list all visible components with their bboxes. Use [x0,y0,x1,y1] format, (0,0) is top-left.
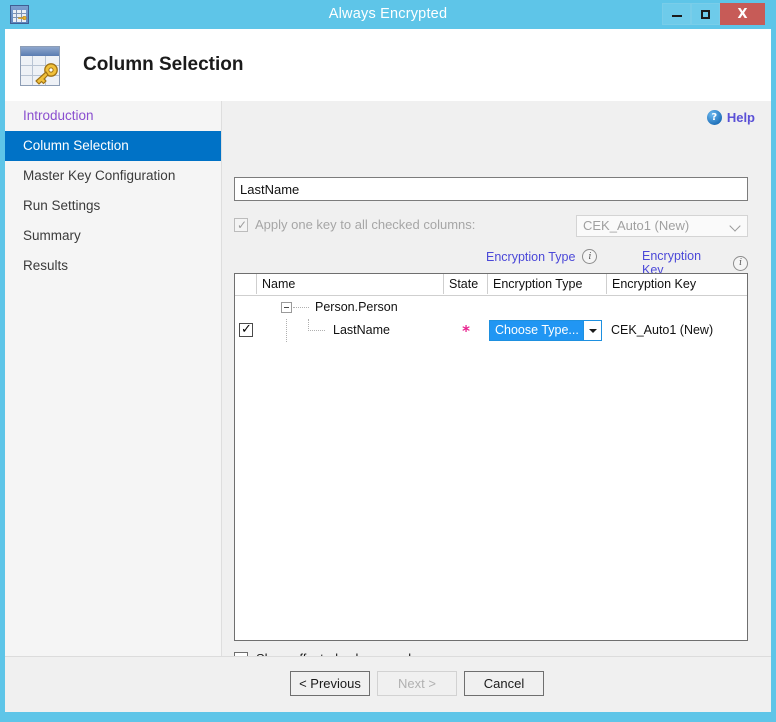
info-links-row: Encryption Type i Encryption Key i [234,249,748,277]
next-button: Next > [377,671,457,696]
encryption-type-combobox[interactable]: Choose Type... [489,320,602,341]
row-name-cell: LastName [257,319,444,342]
row-encryption-type-cell: Choose Type... [488,319,607,342]
row-encryption-key-cell: CEK_Auto1 (New) [611,323,714,337]
grid-header-encryption-key[interactable]: Encryption Key [607,274,747,294]
sidebar-item-column-selection[interactable]: Column Selection [5,131,221,161]
sidebar-item-master-key-configuration[interactable]: Master Key Configuration [5,161,221,191]
apply-one-key-label: Apply one key to all checked columns: [255,217,476,232]
page-title: Column Selection [83,54,244,75]
apply-one-key-checkbox[interactable]: ✓ [234,218,248,232]
cancel-button[interactable]: Cancel [464,671,544,696]
grid-header-encryption-type[interactable]: Encryption Type [488,274,607,294]
maximize-button[interactable] [691,3,720,25]
key-glyph-icon [35,63,58,85]
table-row[interactable]: ✓ LastName * Choose Type... CEK_Auto1 (N… [235,319,747,342]
tree-connector [308,330,325,332]
wizard-footer: < Previous Next > Cancel [5,656,771,712]
window-frame-bottom [0,712,776,722]
encryption-key-select-value: CEK_Auto1 (New) [583,218,690,233]
table-node-label: Person.Person [315,300,398,314]
table-key-icon [18,43,64,89]
always-encrypted-window: Always Encrypted X Column Selection Intr… [0,0,776,722]
row-state-cell: * [444,319,488,342]
encryption-type-link-label: Encryption Type [486,249,576,264]
previous-button[interactable]: < Previous [290,671,370,696]
info-icon[interactable]: i [582,249,598,264]
column-filter-input[interactable] [234,177,748,201]
row-checkbox-cell: ✓ [235,319,257,342]
client-area: Column Selection Introduction Column Sel… [5,29,771,712]
page-header: Column Selection [5,29,771,101]
content-pane: ? Help ✓ Apply one key to all checked co… [222,101,771,712]
tree-collapse-icon[interactable] [281,302,292,313]
tree-connector [286,319,288,342]
close-button[interactable]: X [720,3,765,25]
window-frame-right [771,29,776,722]
encryption-type-link[interactable]: Encryption Type i [486,249,598,264]
grid-header-checkbox[interactable] [235,274,257,294]
sidebar-item-summary[interactable]: Summary [5,221,221,251]
encryption-type-value: Choose Type... [495,323,579,337]
sidebar-item-results[interactable]: Results [5,251,221,281]
grid-header-state[interactable]: State [444,274,488,294]
tree-connector [293,307,309,309]
table-row[interactable]: Person.Person [235,296,747,319]
row-checkbox-cell [235,296,257,319]
help-question-icon: ? [706,110,722,125]
apply-one-key-row: ✓ Apply one key to all checked columns: … [234,215,748,239]
required-asterisk-icon: * [462,322,470,340]
chevron-down-icon [729,220,741,232]
grid-header-name[interactable]: Name [257,274,444,294]
row-checkbox[interactable]: ✓ [239,322,253,337]
sidebar-item-introduction[interactable]: Introduction [5,101,221,131]
info-icon[interactable]: i [733,255,748,271]
dropdown-button[interactable] [583,321,601,340]
grid-header-row: Name State Encryption Type Encryption Ke… [235,274,747,296]
row-name-cell: Person.Person [257,296,444,319]
wizard-sidebar: Introduction Column Selection Master Key… [5,101,222,712]
row-encryption-key-cell [607,296,747,319]
column-name-label: LastName [333,323,390,337]
chevron-down-icon [588,328,597,333]
columns-grid: Name State Encryption Type Encryption Ke… [234,273,748,641]
help-label: Help [726,110,755,125]
help-link[interactable]: ? Help [706,110,755,125]
sidebar-item-run-settings[interactable]: Run Settings [5,191,221,221]
title-bar: Always Encrypted X [0,0,776,29]
minimize-button[interactable] [662,3,691,25]
grid-body: Person.Person ✓ LastName * Choose Type..… [235,296,747,342]
row-state-cell [444,296,488,319]
encryption-key-select[interactable]: CEK_Auto1 (New) [576,215,748,237]
row-encryption-type-cell [488,296,607,319]
window-title: Always Encrypted [328,6,448,22]
